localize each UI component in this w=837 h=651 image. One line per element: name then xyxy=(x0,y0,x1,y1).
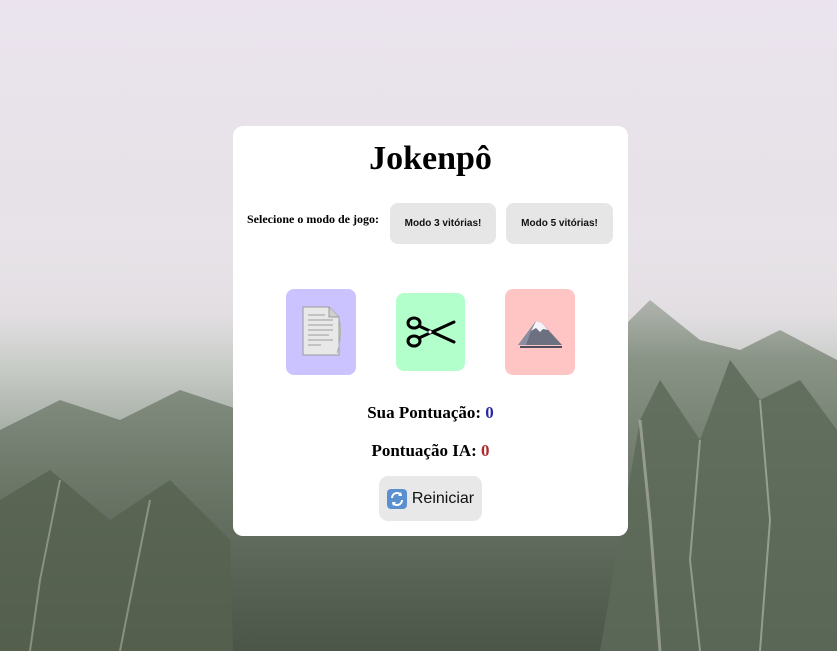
choice-paper-button[interactable] xyxy=(286,289,356,375)
your-score-value: 0 xyxy=(485,403,494,422)
paper-icon xyxy=(302,306,342,356)
mode-select-label: Selecione o modo de jogo: xyxy=(247,212,379,226)
restart-label: Reiniciar xyxy=(411,489,475,507)
mode-5-wins-button[interactable]: Modo 5 vitórias! xyxy=(506,203,613,244)
mountain-icon xyxy=(518,321,562,348)
choice-rock-button[interactable] xyxy=(505,289,575,375)
refresh-icon xyxy=(386,488,407,509)
mode-3-wins-button[interactable]: Modo 3 vitórias! xyxy=(390,203,496,244)
ai-score-value: 0 xyxy=(481,441,490,460)
restart-button[interactable]: Reiniciar xyxy=(379,476,482,521)
your-score: Sua Pontuação: 0 xyxy=(233,403,628,423)
your-score-label: Sua Pontuação: xyxy=(367,403,482,422)
game-card: Jokenpô Selecione o modo de jogo: Modo 3… xyxy=(233,126,628,536)
page-title: Jokenpô xyxy=(369,140,492,177)
ai-score: Pontuação IA: 0 xyxy=(233,441,628,461)
scissors-icon xyxy=(406,316,455,348)
choice-scissors-button[interactable] xyxy=(396,293,465,371)
ai-score-label: Pontuação IA: xyxy=(371,441,477,460)
